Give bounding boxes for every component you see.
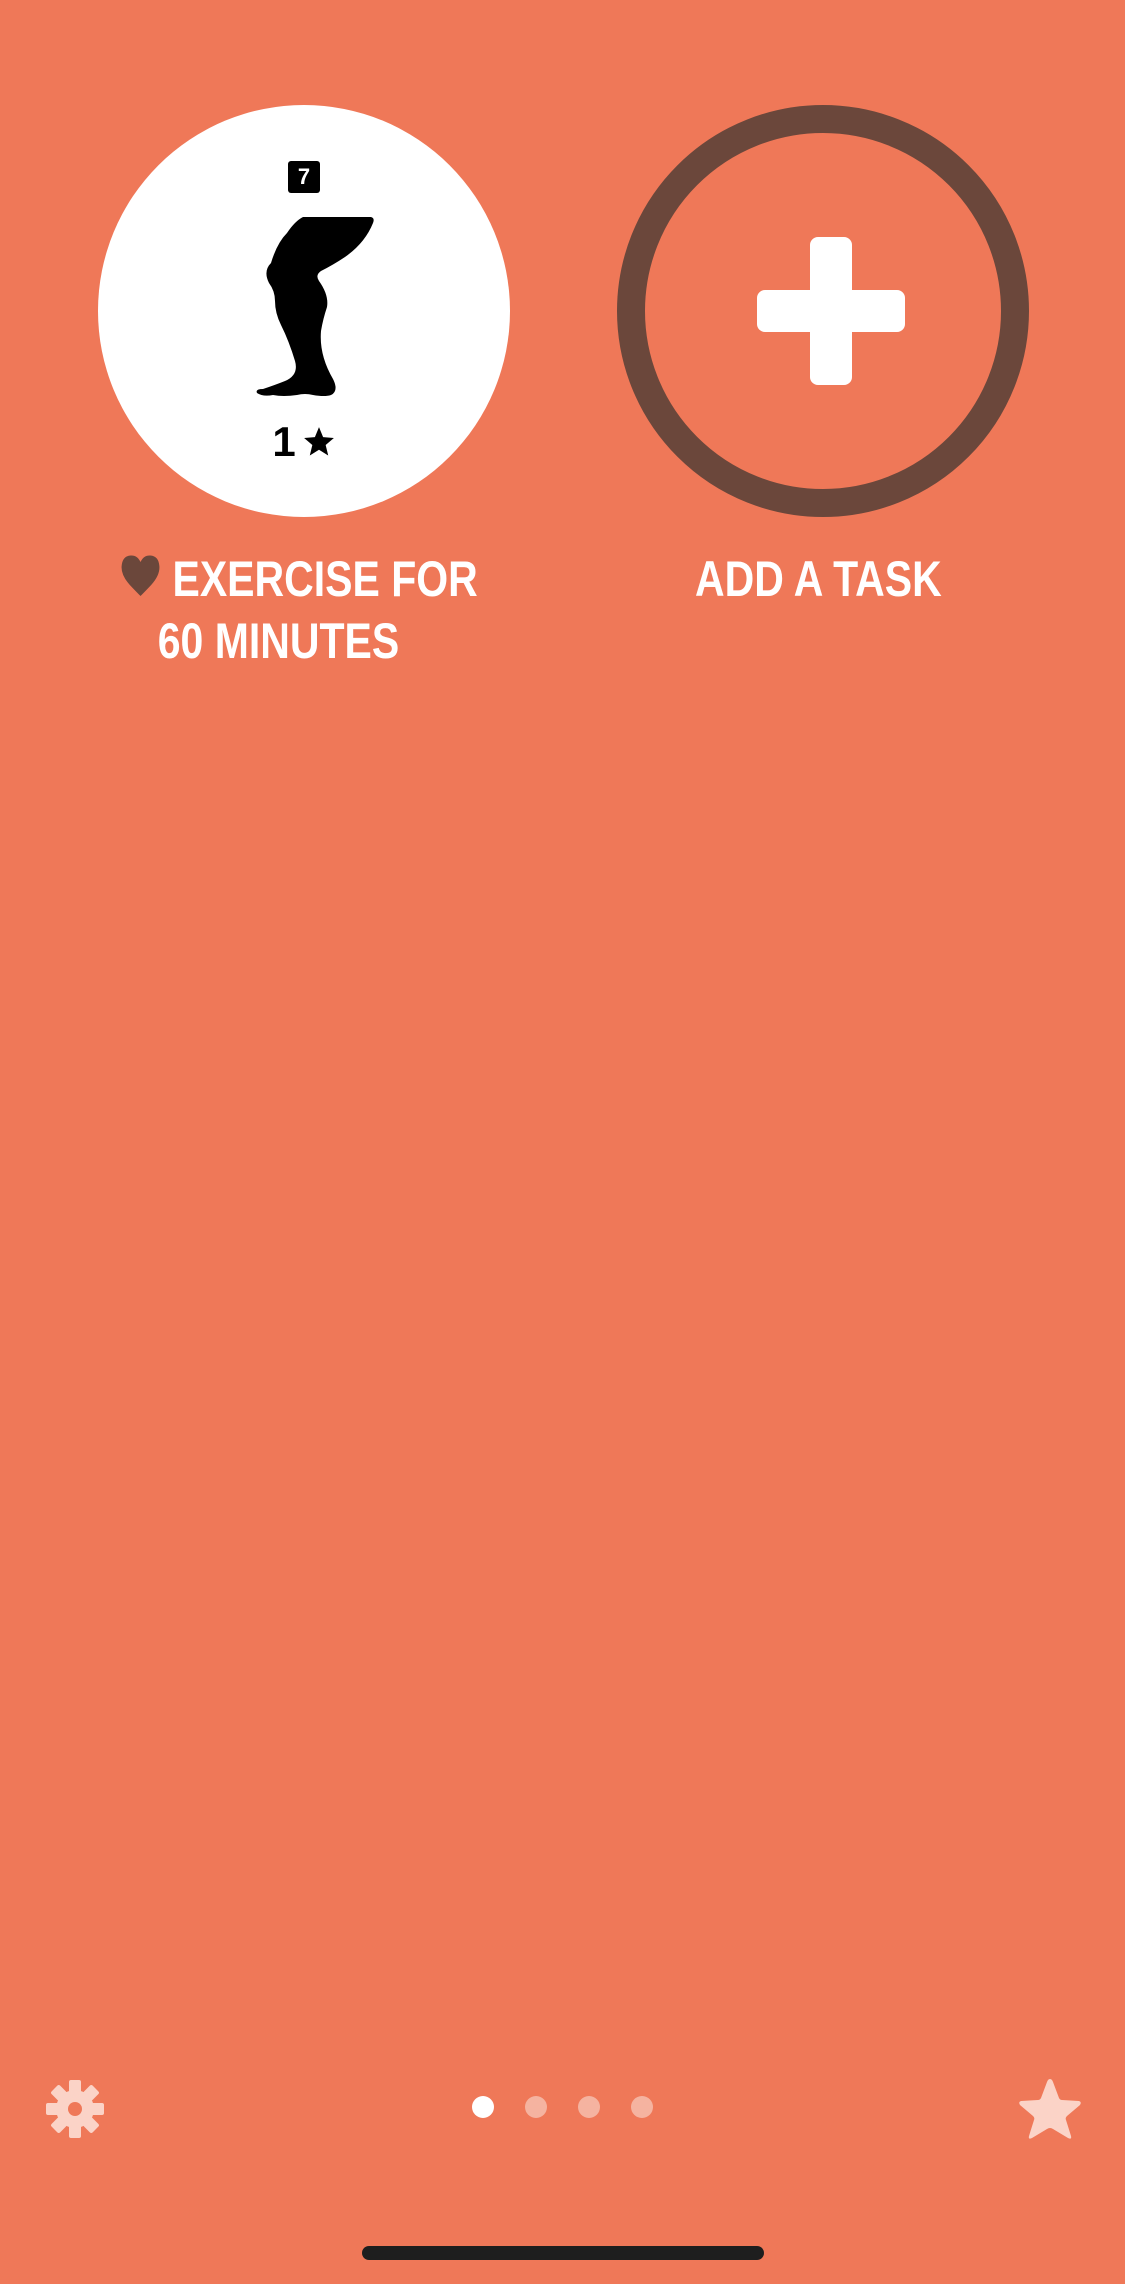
page-dot-1[interactable] [472,2096,494,2118]
plus-icon [757,237,905,385]
task-label-line1: EXERCISE FOR [172,551,478,607]
add-task-label[interactable]: ADD A TASK [695,548,942,610]
star-icon [303,427,334,456]
page-dot-4[interactable] [631,2096,653,2118]
task-rating: 1 [98,417,510,467]
page-indicator[interactable] [472,2096,653,2118]
page-dot-3[interactable] [578,2096,600,2118]
day-badge: 7 [288,161,320,193]
home-indicator[interactable] [362,2246,764,2260]
task-exercise-circle[interactable]: 7 1 [98,105,510,517]
rating-count: 1 [272,418,296,465]
heart-icon [121,555,160,596]
leg-icon [256,217,374,396]
task-label-exercise[interactable]: EXERCISE FOR 60 MINUTES [120,548,478,672]
task-label-line2: 60 MINUTES [157,613,400,669]
gear-icon[interactable] [46,2080,104,2138]
page-dot-2[interactable] [525,2096,547,2118]
add-task-button[interactable] [617,105,1029,517]
star-icon[interactable] [1018,2078,1082,2140]
